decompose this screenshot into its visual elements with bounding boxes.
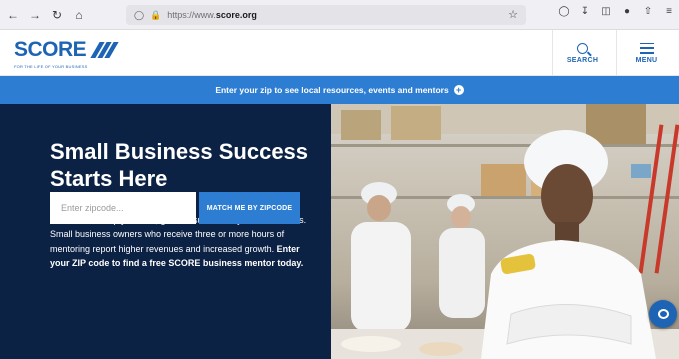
app-menu-icon[interactable]: ≡ bbox=[663, 6, 675, 17]
hero-panel: Small Business Success Starts Here SCORE… bbox=[0, 104, 331, 359]
pocket-icon[interactable]: ◯ bbox=[558, 6, 570, 17]
address-bar[interactable]: ◯ 🔒 https://www.score.org ☆ bbox=[126, 5, 526, 25]
hero-title: Small Business Success Starts Here bbox=[50, 139, 309, 190]
menu-label: MENU bbox=[635, 56, 658, 64]
banner-text: Enter your zip to see local resources, e… bbox=[215, 85, 449, 95]
hamburger-icon bbox=[639, 42, 654, 54]
forward-arrow-icon[interactable]: → bbox=[26, 6, 44, 24]
score-logo[interactable]: SCORE FOR THE LIFE OF YOUR BUSINESS bbox=[14, 38, 119, 69]
star-icon[interactable]: ☆ bbox=[508, 8, 518, 21]
zip-banner[interactable]: Enter your zip to see local resources, e… bbox=[0, 76, 679, 104]
match-by-zipcode-button[interactable]: MATCH ME BY ZIPCODE bbox=[199, 192, 300, 224]
extension-icon[interactable]: ● bbox=[621, 6, 633, 17]
search-icon bbox=[577, 42, 588, 54]
chat-button[interactable] bbox=[649, 300, 677, 328]
zipcode-input[interactable] bbox=[50, 192, 196, 224]
browser-toolbar: ← → ↻ ⌂ ◯ 🔒 https://www.score.org ☆ ◯ ↧ … bbox=[0, 0, 679, 30]
share-icon[interactable]: ⇧ bbox=[642, 6, 654, 17]
url-prefix: https://www. bbox=[167, 10, 216, 20]
home-icon[interactable]: ⌂ bbox=[70, 6, 88, 24]
toolbar-icons: ◯ ↧ ◫ ● ⇧ ≡ bbox=[558, 6, 675, 17]
chat-bubble-icon bbox=[657, 309, 669, 319]
logo-tagline: FOR THE LIFE OF YOUR BUSINESS bbox=[14, 64, 88, 69]
url-text: https://www.score.org bbox=[167, 10, 257, 20]
search-button[interactable]: SEARCH bbox=[552, 30, 612, 76]
logo-text: SCORE bbox=[14, 38, 87, 61]
back-arrow-icon[interactable]: ← bbox=[4, 6, 22, 24]
logo-wordmark: SCORE bbox=[14, 38, 119, 62]
menu-button[interactable]: MENU bbox=[616, 30, 676, 76]
site-header: SCORE FOR THE LIFE OF YOUR BUSINESS SEAR… bbox=[0, 30, 679, 76]
logo-slash-icon bbox=[89, 42, 119, 58]
sidebar-icon[interactable]: ◫ bbox=[600, 6, 612, 17]
url-domain: score.org bbox=[215, 10, 257, 20]
reload-icon[interactable]: ↻ bbox=[48, 6, 66, 24]
shield-icon: ◯ bbox=[134, 9, 145, 20]
download-icon[interactable]: ↧ bbox=[579, 6, 591, 17]
kitchen-photo-illustration bbox=[331, 104, 679, 359]
plus-circle-icon: + bbox=[453, 85, 464, 95]
lock-icon: 🔒 bbox=[150, 9, 162, 20]
hero-photo bbox=[331, 104, 679, 359]
search-label: SEARCH bbox=[566, 56, 599, 64]
